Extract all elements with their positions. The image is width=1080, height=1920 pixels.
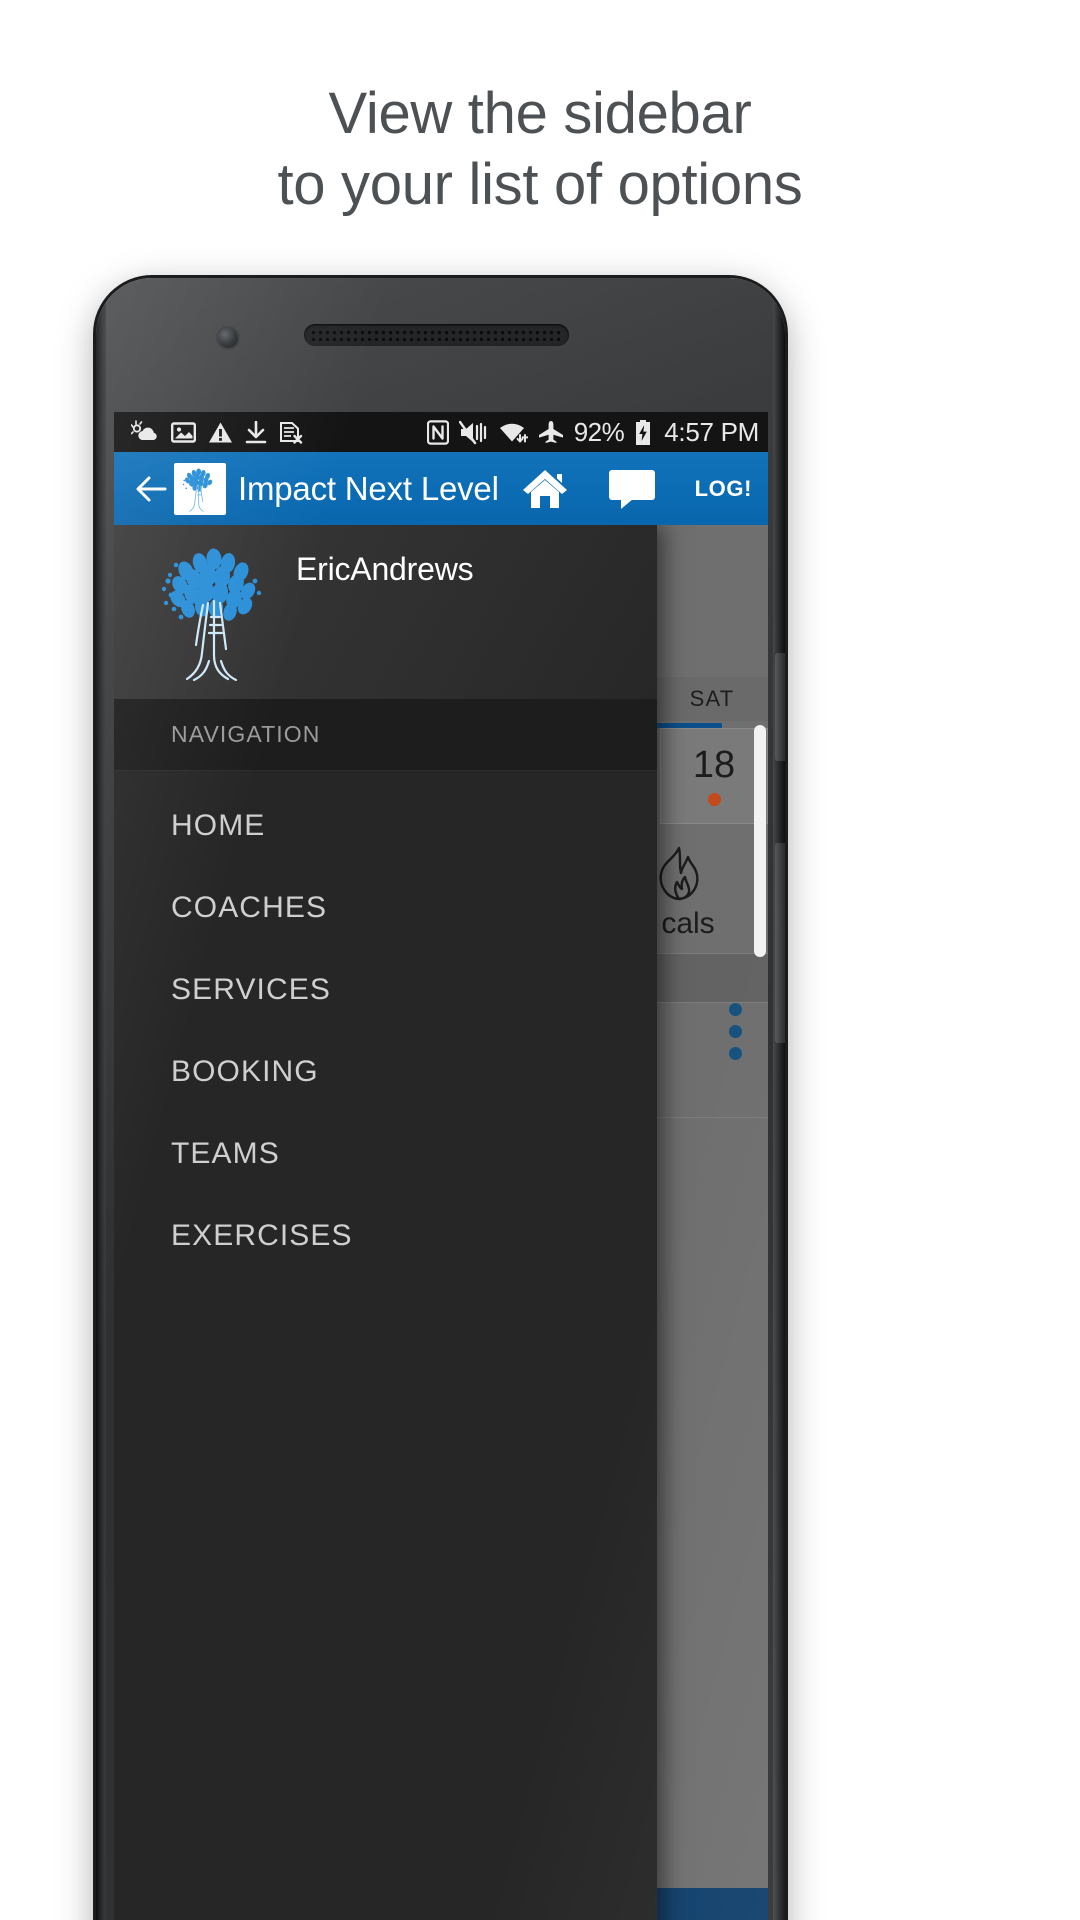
home-icon	[522, 469, 567, 508]
download-icon	[245, 420, 267, 444]
sidebar-item-home[interactable]: HOME	[114, 785, 657, 867]
vibrate-mute-icon	[458, 420, 489, 445]
phone-screen: SAT 18 0 cals EricAndrews NAVIGATION HOM…	[114, 412, 768, 1920]
phone-right-edge	[773, 278, 785, 1920]
front-camera-icon	[218, 328, 238, 348]
flame-icon	[659, 846, 698, 901]
app-bar-title: Impact Next Level	[238, 469, 499, 507]
sim-error-icon	[279, 421, 303, 444]
calendar-day-number: 18	[692, 744, 736, 786]
headline-line-2: to your list of options	[277, 152, 803, 217]
tree-logo-icon	[182, 467, 213, 512]
vertical-scrollbar[interactable]	[754, 725, 766, 957]
sidebar-item-label: HOME	[171, 809, 266, 842]
chat-bubble-icon	[608, 469, 655, 509]
kebab-menu-icon[interactable]	[729, 1003, 742, 1060]
log-button[interactable]: LOG!	[695, 476, 754, 502]
drawer-header: EricAndrews	[114, 525, 657, 699]
weekday-label-sat: SAT	[689, 686, 735, 711]
page-title: View the sidebar to your list of options	[0, 78, 1080, 220]
sidebar-item-coaches[interactable]: COACHES	[114, 867, 657, 949]
phone-left-edge	[96, 278, 106, 1920]
page-root: View the sidebar to your list of options…	[0, 0, 1080, 1920]
drawer-section-label: NAVIGATION	[171, 721, 321, 747]
drawer-section-header: NAVIGATION	[114, 699, 657, 771]
home-button[interactable]	[521, 467, 569, 511]
navigation-drawer: EricAndrews NAVIGATION HOME COACHES SERV…	[114, 525, 657, 1920]
earpiece-speaker	[304, 324, 569, 346]
drawer-user-name: EricAndrews	[296, 551, 474, 587]
sidebar-item-label: BOOKING	[171, 1055, 319, 1088]
battery-percent-label: 92%	[573, 416, 625, 447]
power-button[interactable]	[775, 843, 785, 1043]
status-bar-clock: 4:57 PM	[664, 416, 759, 447]
headline-line-1: View the sidebar	[328, 81, 752, 146]
sidebar-item-label: TEAMS	[171, 1137, 280, 1170]
sidebar-item-label: EXERCISES	[171, 1219, 353, 1252]
sidebar-item-teams[interactable]: TEAMS	[114, 1113, 657, 1195]
sidebar-item-exercises[interactable]: EXERCISES	[114, 1195, 657, 1277]
calendar-day-cell[interactable]: 18	[660, 728, 768, 824]
image-icon	[171, 421, 196, 444]
battery-charging-icon	[634, 419, 652, 446]
wifi-icon	[499, 420, 528, 444]
phone-frame: SAT 18 0 cals EricAndrews NAVIGATION HOM…	[96, 278, 785, 1920]
status-bar-right-icons: 92% 4:57 PM	[426, 416, 759, 448]
sidebar-item-label: SERVICES	[171, 973, 331, 1006]
nfc-icon	[426, 419, 449, 445]
back-arrow-icon[interactable]	[130, 468, 172, 510]
sidebar-item-services[interactable]: SERVICES	[114, 949, 657, 1031]
app-bar-logo	[174, 462, 226, 515]
drawer-menu-list: HOME COACHES SERVICES BOOKING TEAMS EXER…	[114, 771, 657, 1920]
tree-logo-icon	[161, 548, 262, 681]
volume-button[interactable]	[775, 653, 785, 761]
app-bar-actions: LOG!	[521, 467, 754, 511]
app-bar: Impact Next Level LOG!	[114, 452, 768, 525]
chat-button[interactable]	[607, 468, 657, 510]
status-bar: 92% 4:57 PM	[114, 412, 768, 452]
sidebar-item-label: COACHES	[171, 891, 328, 924]
warning-icon	[208, 421, 233, 444]
weather-partly-cloudy-icon	[131, 420, 159, 444]
sidebar-item-booking[interactable]: BOOKING	[114, 1031, 657, 1113]
calendar-event-dot	[707, 793, 721, 806]
status-bar-left-icons	[131, 420, 303, 444]
airplane-mode-icon	[538, 420, 564, 444]
